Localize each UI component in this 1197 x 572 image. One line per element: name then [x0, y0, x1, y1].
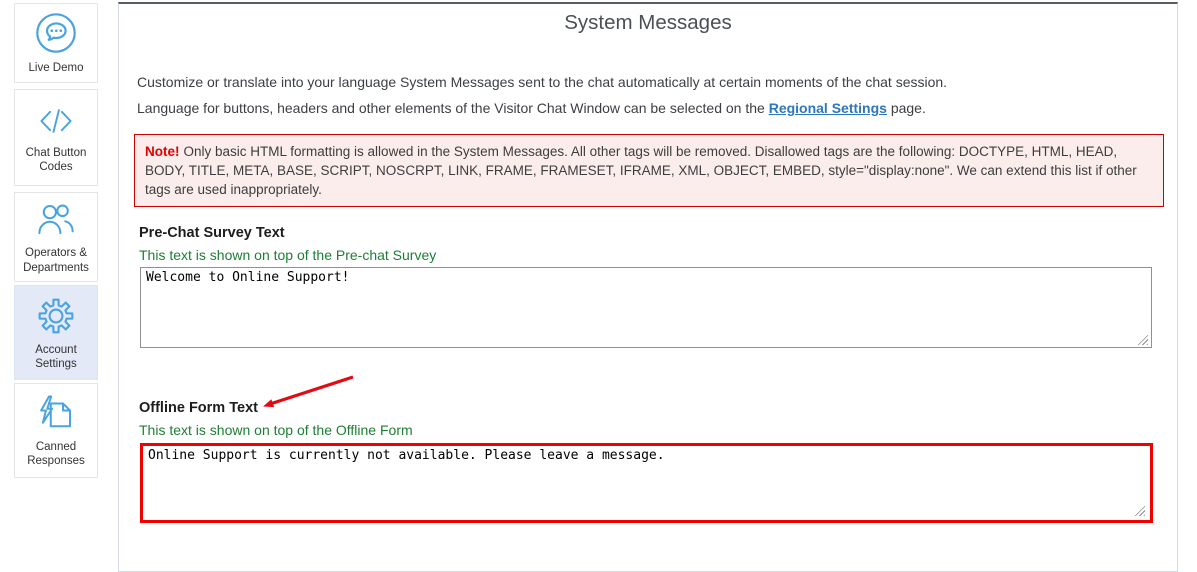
html-note-box: Note!Only basic HTML formatting is allow… — [134, 134, 1164, 207]
offline-textarea[interactable]: Online Support is currently not availabl… — [140, 443, 1153, 523]
intro-paragraph: Customize or translate into your languag… — [137, 74, 947, 90]
regional-settings-paragraph: Language for buttons, headers and other … — [137, 100, 926, 116]
note-text: Only basic HTML formatting is allowed in… — [145, 144, 1137, 197]
offline-description: This text is shown on top of the Offline… — [139, 422, 413, 438]
lightning-document-icon — [34, 393, 78, 435]
sidebar-item-label: Chat Button Codes — [15, 146, 97, 175]
sidebar-item-canned-responses[interactable]: Canned Responses — [14, 383, 98, 478]
note-label: Note! — [145, 144, 180, 159]
sidebar-item-label: Account Settings — [15, 343, 97, 372]
annotation-arrow-icon — [257, 370, 359, 414]
code-icon — [34, 101, 78, 141]
prechat-textarea[interactable]: Welcome to Online Support! — [140, 267, 1152, 348]
prechat-heading: Pre-Chat Survey Text — [139, 225, 285, 241]
prechat-description: This text is shown on top of the Pre-cha… — [139, 247, 436, 263]
sidebar-item-label: Live Demo — [26, 61, 87, 75]
sidebar-item-operators-departments[interactable]: Operators & Departments — [14, 192, 98, 282]
people-icon — [33, 199, 79, 241]
regional-text-after: page. — [887, 100, 926, 116]
sidebar-item-label: Operators & Departments — [15, 246, 97, 275]
page-title: System Messages — [118, 11, 1178, 35]
offline-heading: Offline Form Text — [139, 400, 258, 416]
sidebar-item-account-settings[interactable]: Account Settings — [14, 285, 98, 380]
chat-bubble-icon — [33, 10, 79, 56]
sidebar-item-chat-button-codes[interactable]: Chat Button Codes — [14, 89, 98, 186]
sidebar-item-label: Canned Responses — [15, 440, 97, 469]
sidebar-item-live-demo[interactable]: Live Demo — [14, 3, 98, 83]
gear-icon — [34, 294, 78, 338]
regional-settings-link[interactable]: Regional Settings — [769, 100, 887, 116]
regional-text-before: Language for buttons, headers and other … — [137, 100, 769, 116]
